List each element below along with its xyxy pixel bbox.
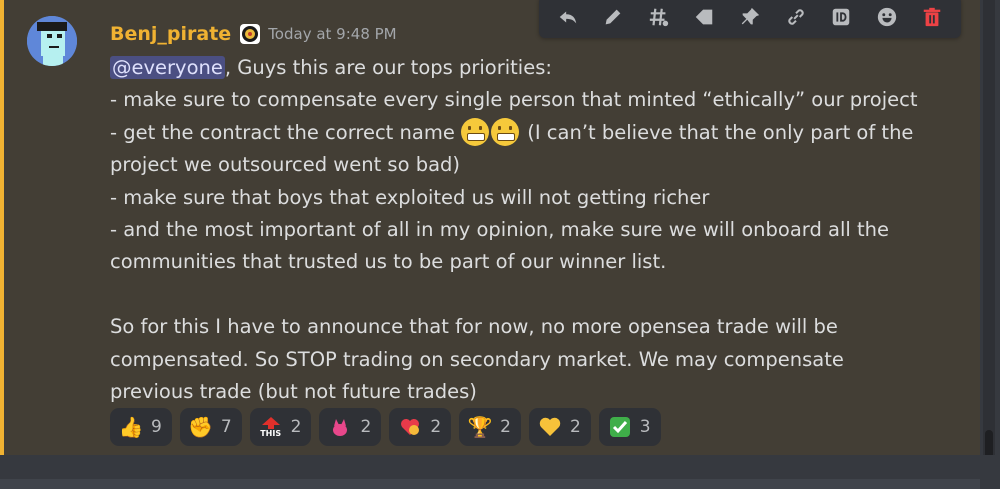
message-line: previous trade (but not future trades) [110,376,945,408]
bottom-area [0,455,1000,489]
message-container: Benj_pirate Today at 9:48 PM @everyone, … [0,0,980,455]
grimacing-face-icon[interactable] [491,117,520,146]
avatar[interactable] [27,16,77,66]
reaction-pink-cat[interactable]: 2 [319,408,382,446]
copy-id-icon[interactable] [826,2,856,32]
mention-everyone[interactable]: @everyone [110,56,225,79]
message-line: project we outsourced went so bad) [110,149,945,181]
message-text: - and the most important of all in my op… [110,217,890,241]
tag-icon[interactable] [689,2,719,32]
message-line: communities that trusted us to be part o… [110,246,945,278]
this-label: THIS [260,428,282,438]
message-input-edge[interactable] [0,479,980,489]
message-content: @everyone, Guys this are our tops priori… [110,52,945,408]
message-actions-toolbar [539,0,961,38]
delete-icon[interactable] [917,2,947,32]
this-arrow-icon: THIS [259,415,283,439]
pink-cat-icon [328,415,352,439]
reactions-bar: 👍 9 ✊ 7 THIS 2 2 2 🏆 2 2 3 [110,408,661,446]
reply-icon[interactable] [553,2,583,32]
reaction-count: 2 [430,417,442,437]
pin-icon[interactable] [735,2,765,32]
message-line: - and the most important of all in my op… [110,214,945,246]
yellow-heart-icon [538,415,562,439]
reaction-check-mark[interactable]: 3 [598,408,661,446]
message-line: - make sure to compensate every single p… [110,84,945,116]
link-icon[interactable] [781,2,811,32]
reaction-heart-hug[interactable]: 2 [389,408,452,446]
edit-icon[interactable] [598,2,628,32]
message-line: So for this I have to announce that for … [110,311,945,343]
reaction-count: 2 [360,417,372,437]
message-header: Benj_pirate Today at 9:48 PM [110,20,397,48]
message-text: - get the contract the correct name [110,120,462,144]
thread-icon[interactable] [644,2,674,32]
reaction-count: 9 [151,417,162,437]
message-text: communities that trusted us to be part o… [110,250,667,274]
reaction-trophy[interactable]: 🏆 2 [459,408,521,446]
reaction-this[interactable]: THIS 2 [249,408,312,446]
grimacing-face-icon[interactable] [461,117,490,146]
reaction-raised-fist[interactable]: ✊ 7 [179,408,242,446]
scrollbar-track[interactable] [983,0,995,460]
trophy-icon: 🏆 [467,415,493,439]
reaction-count: 2 [569,417,581,437]
reaction-count: 3 [639,417,651,437]
reaction-count: 2 [500,417,511,437]
raised-fist-icon: ✊ [188,415,214,439]
check-mark-icon [608,415,632,439]
thumbs-up-icon: 👍 [118,415,144,439]
message-text: So for this I have to announce that for … [110,315,838,339]
message-text: - make sure to compensate every single p… [110,88,918,112]
message-text: project we outsourced went so bad) [110,153,461,177]
reaction-count: 2 [290,417,302,437]
message-text: (I can’t believe that the only part of t… [521,120,914,144]
message-text: - make sure that boys that exploited us … [110,185,710,209]
reaction-yellow-heart[interactable]: 2 [528,408,591,446]
message-text: , Guys this are our tops priorities: [224,56,552,79]
message-line: @everyone, Guys this are our tops priori… [110,52,945,84]
reaction-thumbs-up[interactable]: 👍 9 [110,408,172,446]
add-reaction-icon[interactable] [872,2,902,32]
message-text: previous trade (but not future trades) [110,379,477,403]
reaction-count: 7 [220,417,232,437]
role-badge-icon[interactable] [240,24,261,44]
username[interactable]: Benj_pirate [110,23,231,45]
message-line: - get the contract the correct name (I c… [110,117,945,149]
message-line: - make sure that boys that exploited us … [110,182,945,214]
heart-hug-icon [398,415,422,439]
message-text: compensated. So STOP trading on secondar… [110,347,844,371]
message-line: compensated. So STOP trading on secondar… [110,344,945,376]
timestamp[interactable]: Today at 9:48 PM [268,25,396,43]
